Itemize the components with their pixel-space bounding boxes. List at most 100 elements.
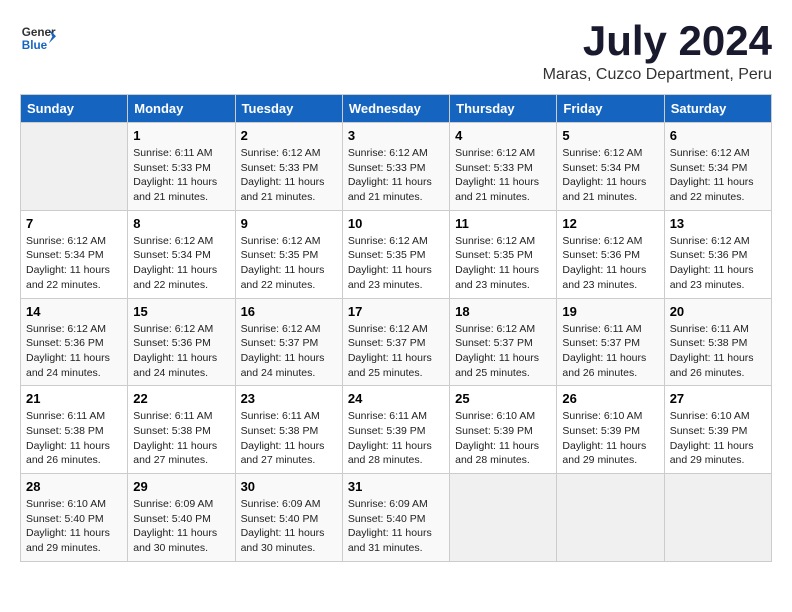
cell-content: Sunrise: 6:12 AMSunset: 5:36 PMDaylight:… (562, 234, 658, 293)
cell-content: Sunrise: 6:09 AMSunset: 5:40 PMDaylight:… (133, 497, 229, 556)
day-number: 16 (241, 304, 337, 319)
calendar-cell: 17Sunrise: 6:12 AMSunset: 5:37 PMDayligh… (342, 298, 449, 386)
cell-content: Sunrise: 6:10 AMSunset: 5:39 PMDaylight:… (670, 409, 766, 468)
day-number: 14 (26, 304, 122, 319)
calendar-cell: 29Sunrise: 6:09 AMSunset: 5:40 PMDayligh… (128, 474, 235, 562)
calendar-cell: 16 Sunrise: 6:12 AMSunset: 5:37 PMDayligh… (235, 298, 342, 386)
day-number: 18 (455, 304, 551, 319)
logo: General Blue (20, 20, 60, 56)
calendar-cell: 12 Sunrise: 6:12 AMSunset: 5:36 PMDayligh… (557, 210, 664, 298)
calendar-cell: 24 Sunrise: 6:11 AMSunset: 5:39 PMDayligh… (342, 386, 449, 474)
day-number: 28 (26, 479, 122, 494)
day-number: 7 (26, 216, 122, 231)
day-number: 4 (455, 128, 551, 143)
calendar-cell: 30 Sunrise: 6:09 AMSunset: 5:40 PMDayligh… (235, 474, 342, 562)
day-number: 20 (670, 304, 766, 319)
cell-content: Sunrise: 6:10 AMSunset: 5:40 PMDaylight:… (26, 497, 122, 556)
page-header: General Blue July 2024 Maras, Cuzco Depa… (20, 20, 772, 84)
calendar-cell: 6 Sunrise: 6:12 AMSunset: 5:34 PMDaylight… (664, 123, 771, 211)
calendar-cell: 13 Sunrise: 6:12 AMSunset: 5:36 PMDayligh… (664, 210, 771, 298)
cell-content: Sunrise: 6:12 AMSunset: 5:34 PMDaylight:… (562, 146, 658, 205)
cell-content: Sunrise: 6:12 AMSunset: 5:33 PMDaylight:… (241, 146, 337, 205)
cell-content: Sunrise: 6:11 AMSunset: 5:38 PMDaylight:… (670, 322, 766, 381)
day-header-friday: Friday (557, 95, 664, 123)
day-number: 11 (455, 216, 551, 231)
calendar-cell: 5 Sunrise: 6:12 AMSunset: 5:34 PMDaylight… (557, 123, 664, 211)
day-number: 13 (670, 216, 766, 231)
day-number: 25 (455, 391, 551, 406)
cell-content: Sunrise: 6:12 AMSunset: 5:36 PMDaylight:… (670, 234, 766, 293)
day-number: 8 (133, 216, 229, 231)
calendar-cell: 28 Sunrise: 6:10 AMSunset: 5:40 PMDayligh… (21, 474, 128, 562)
calendar-cell: 1Sunrise: 6:11 AMSunset: 5:33 PMDaylight… (128, 123, 235, 211)
calendar-cell: 20 Sunrise: 6:11 AMSunset: 5:38 PMDayligh… (664, 298, 771, 386)
cell-content: Sunrise: 6:11 AMSunset: 5:38 PMDaylight:… (26, 409, 122, 468)
calendar-cell: 3 Sunrise: 6:12 AMSunset: 5:33 PMDaylight… (342, 123, 449, 211)
calendar-cell: 19Sunrise: 6:11 AMSunset: 5:37 PMDayligh… (557, 298, 664, 386)
calendar-cell: 15 Sunrise: 6:12 AMSunset: 5:36 PMDayligh… (128, 298, 235, 386)
cell-content: Sunrise: 6:12 AMSunset: 5:35 PMDaylight:… (241, 234, 337, 293)
title-area: July 2024 Maras, Cuzco Department, Peru (543, 20, 772, 84)
calendar-cell: 27 Sunrise: 6:10 AMSunset: 5:39 PMDayligh… (664, 386, 771, 474)
day-number: 24 (348, 391, 444, 406)
day-number: 5 (562, 128, 658, 143)
cell-content: Sunrise: 6:11 AMSunset: 5:38 PMDaylight:… (241, 409, 337, 468)
calendar-cell: 14 Sunrise: 6:12 AMSunset: 5:36 PMDayligh… (21, 298, 128, 386)
cell-content: Sunrise: 6:12 AMSunset: 5:37 PMDaylight:… (241, 322, 337, 381)
cell-content: Sunrise: 6:12 AMSunset: 5:34 PMDaylight:… (26, 234, 122, 293)
calendar-cell: 25 Sunrise: 6:10 AMSunset: 5:39 PMDayligh… (450, 386, 557, 474)
calendar-cell: 11 Sunrise: 6:12 AMSunset: 5:35 PMDayligh… (450, 210, 557, 298)
calendar-cell: 18 Sunrise: 6:12 AMSunset: 5:37 PMDayligh… (450, 298, 557, 386)
calendar-cell (557, 474, 664, 562)
day-number: 31 (348, 479, 444, 494)
cell-content: Sunrise: 6:12 AMSunset: 5:34 PMDaylight:… (670, 146, 766, 205)
day-number: 23 (241, 391, 337, 406)
location-title: Maras, Cuzco Department, Peru (543, 66, 772, 84)
calendar-cell: 23 Sunrise: 6:11 AMSunset: 5:38 PMDayligh… (235, 386, 342, 474)
day-number: 9 (241, 216, 337, 231)
cell-content: Sunrise: 6:12 AMSunset: 5:35 PMDaylight:… (455, 234, 551, 293)
cell-content: Sunrise: 6:09 AMSunset: 5:40 PMDaylight:… (348, 497, 444, 556)
calendar-cell (450, 474, 557, 562)
day-number: 2 (241, 128, 337, 143)
calendar-cell: 9 Sunrise: 6:12 AMSunset: 5:35 PMDaylight… (235, 210, 342, 298)
day-number: 12 (562, 216, 658, 231)
cell-content: Sunrise: 6:12 AMSunset: 5:35 PMDaylight:… (348, 234, 444, 293)
calendar-cell: 7 Sunrise: 6:12 AMSunset: 5:34 PMDaylight… (21, 210, 128, 298)
calendar-cell: 31 Sunrise: 6:09 AMSunset: 5:40 PMDayligh… (342, 474, 449, 562)
day-number: 21 (26, 391, 122, 406)
cell-content: Sunrise: 6:11 AMSunset: 5:39 PMDaylight:… (348, 409, 444, 468)
cell-content: Sunrise: 6:12 AMSunset: 5:36 PMDaylight:… (26, 322, 122, 381)
cell-content: Sunrise: 6:12 AMSunset: 5:36 PMDaylight:… (133, 322, 229, 381)
day-header-tuesday: Tuesday (235, 95, 342, 123)
cell-content: Sunrise: 6:11 AMSunset: 5:37 PMDaylight:… (562, 322, 658, 381)
day-header-wednesday: Wednesday (342, 95, 449, 123)
month-title: July 2024 (543, 20, 772, 62)
day-number: 27 (670, 391, 766, 406)
day-number: 3 (348, 128, 444, 143)
day-number: 15 (133, 304, 229, 319)
cell-content: Sunrise: 6:12 AMSunset: 5:34 PMDaylight:… (133, 234, 229, 293)
calendar-cell: 8 Sunrise: 6:12 AMSunset: 5:34 PMDaylight… (128, 210, 235, 298)
cell-content: Sunrise: 6:12 AMSunset: 5:37 PMDaylight:… (455, 322, 551, 381)
cell-content: Sunrise: 6:12 AMSunset: 5:33 PMDaylight:… (348, 146, 444, 205)
calendar-cell: 21 Sunrise: 6:11 AMSunset: 5:38 PMDayligh… (21, 386, 128, 474)
day-number: 26 (562, 391, 658, 406)
calendar-cell: 4 Sunrise: 6:12 AMSunset: 5:33 PMDaylight… (450, 123, 557, 211)
day-header-saturday: Saturday (664, 95, 771, 123)
day-number: 10 (348, 216, 444, 231)
cell-content: Sunrise: 6:11 AMSunset: 5:38 PMDaylight:… (133, 409, 229, 468)
day-header-thursday: Thursday (450, 95, 557, 123)
day-header-sunday: Sunday (21, 95, 128, 123)
day-number: 6 (670, 128, 766, 143)
cell-content: Sunrise: 6:12 AMSunset: 5:33 PMDaylight:… (455, 146, 551, 205)
cell-content: Sunrise: 6:09 AMSunset: 5:40 PMDaylight:… (241, 497, 337, 556)
cell-content: Sunrise: 6:11 AMSunset: 5:33 PMDaylight:… (133, 146, 229, 205)
calendar-cell (21, 123, 128, 211)
day-number: 30 (241, 479, 337, 494)
calendar-cell: 10 Sunrise: 6:12 AMSunset: 5:35 PMDayligh… (342, 210, 449, 298)
svg-text:Blue: Blue (22, 39, 48, 52)
calendar-cell: 2 Sunrise: 6:12 AMSunset: 5:33 PMDaylight… (235, 123, 342, 211)
cell-content: Sunrise: 6:10 AMSunset: 5:39 PMDaylight:… (455, 409, 551, 468)
day-header-monday: Monday (128, 95, 235, 123)
